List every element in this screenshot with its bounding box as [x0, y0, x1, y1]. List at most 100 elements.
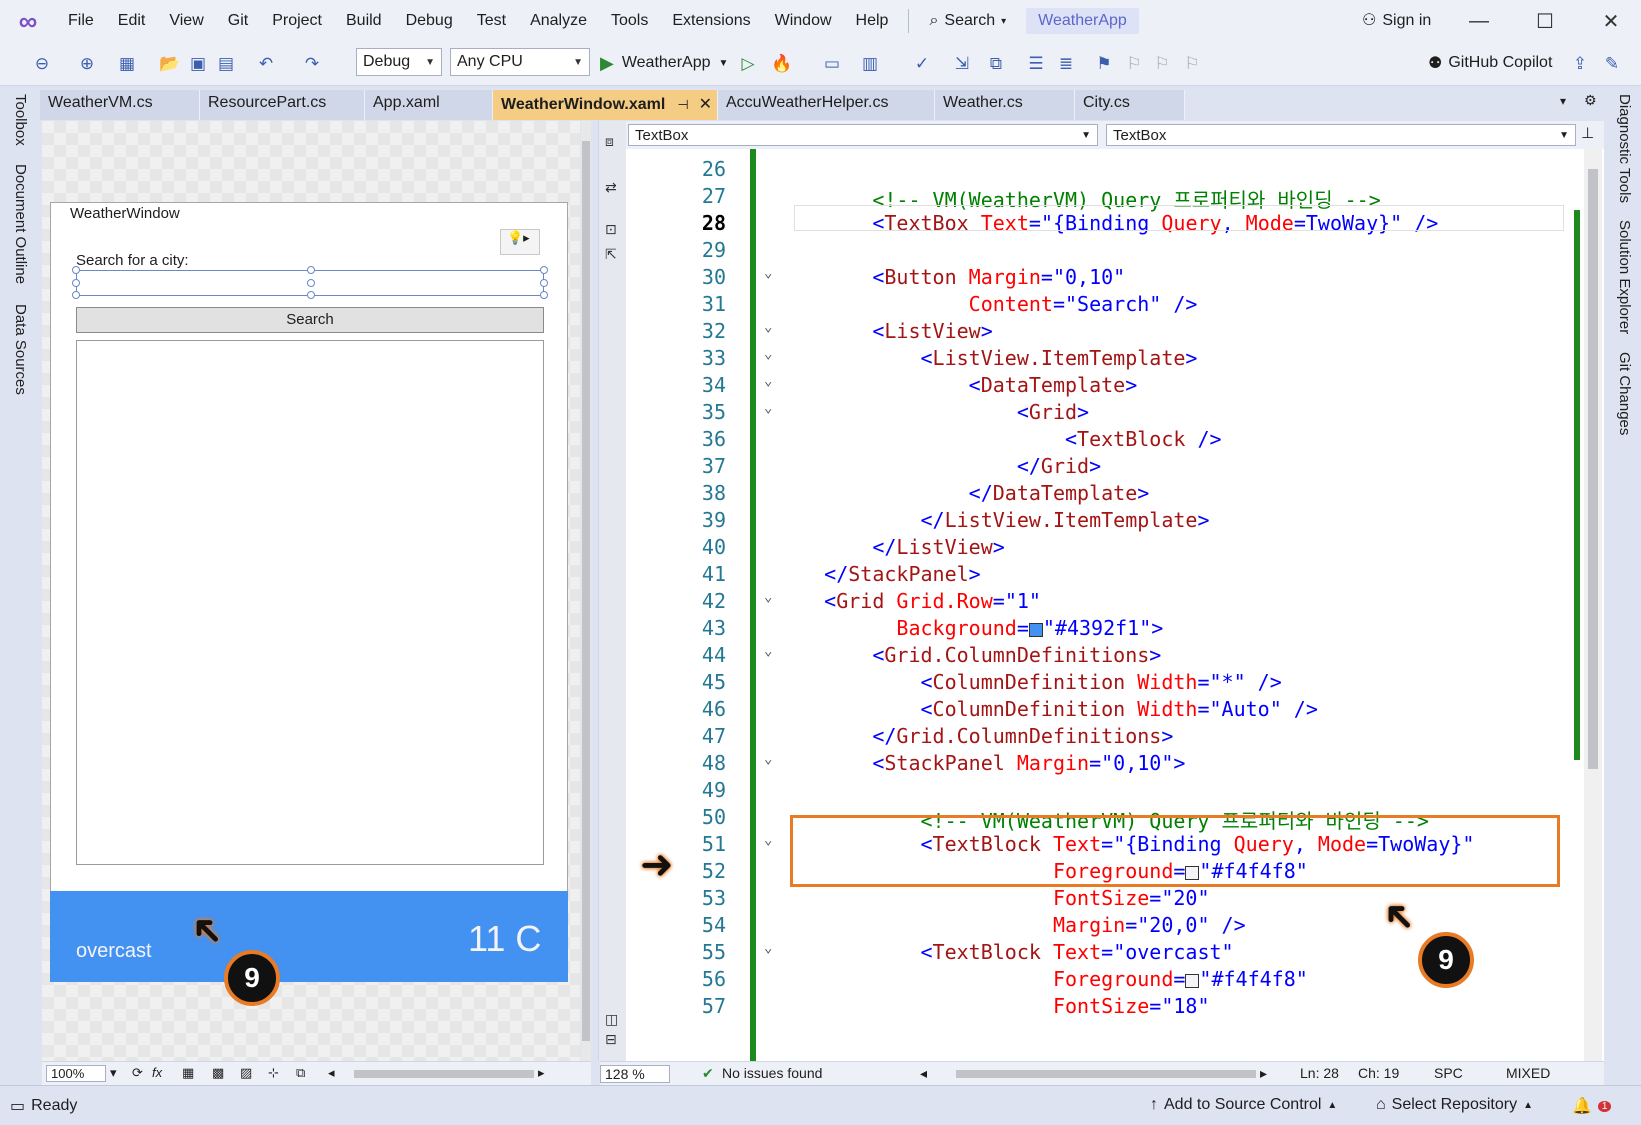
resize-handle[interactable]: [307, 266, 315, 274]
code-line[interactable]: 30 ⌄ <Button Margin="0,10": [626, 265, 1604, 293]
menu-item-window[interactable]: Window: [763, 0, 844, 42]
tab-app-xaml[interactable]: App.xaml: [365, 90, 493, 120]
fold-toggle-icon[interactable]: ⌄: [764, 643, 772, 659]
solution-name-badge[interactable]: WeatherApp: [1026, 8, 1139, 34]
code-line[interactable]: 34 ⌄ <DataTemplate>: [626, 373, 1604, 401]
close-tab-icon[interactable]: ✕: [699, 96, 712, 113]
grid-icon[interactable]: ▦: [182, 1065, 194, 1081]
fold-toggle-icon[interactable]: ⌄: [764, 400, 772, 416]
tab-weatherwindow-xaml[interactable]: WeatherWindow.xaml ⊣ ✕: [493, 90, 718, 120]
resize-handle[interactable]: [540, 266, 548, 274]
vertical-split-icon[interactable]: ◫: [605, 1011, 618, 1028]
clear-bookmarks-icon[interactable]: ⚐: [1180, 52, 1204, 76]
pin-icon[interactable]: ⊣: [677, 97, 688, 112]
code-line[interactable]: 53 FontSize="20": [626, 886, 1604, 914]
editor-zoom-select[interactable]: 128 %: [600, 1065, 670, 1083]
fold-toggle-icon[interactable]: ⌄: [764, 751, 772, 767]
new-project-icon[interactable]: ▦: [115, 52, 139, 76]
share-icon[interactable]: ⇪: [1568, 52, 1592, 76]
code-line[interactable]: 41 </StackPanel>: [626, 562, 1604, 590]
popout-icon[interactable]: ⇱: [605, 246, 617, 263]
horizontal-split-icon[interactable]: ⊟: [605, 1031, 617, 1048]
code-line[interactable]: 39 </ListView.ItemTemplate>: [626, 508, 1604, 536]
resize-handle[interactable]: [72, 266, 80, 274]
code-line[interactable]: 49: [626, 778, 1604, 806]
save-icon[interactable]: ▣: [186, 52, 210, 76]
visual-studio-logo-icon[interactable]: ∞: [0, 0, 56, 42]
collapse-pane-icon[interactable]: ⊡: [605, 221, 617, 238]
menu-item-build[interactable]: Build: [334, 0, 394, 42]
menu-item-debug[interactable]: Debug: [394, 0, 465, 42]
menu-item-edit[interactable]: Edit: [106, 0, 158, 42]
whitespace-indicator[interactable]: SPC: [1434, 1065, 1463, 1081]
step-icon[interactable]: ⇲: [950, 52, 974, 76]
configuration-select[interactable]: Debug ▼: [356, 48, 442, 76]
close-button[interactable]: ✕: [1586, 0, 1636, 42]
tab-weathervm-cs[interactable]: WeatherVM.cs: [40, 90, 200, 120]
fold-toggle-icon[interactable]: ⌄: [764, 265, 772, 281]
spell-check-icon[interactable]: ✓: [910, 52, 934, 76]
save-all-icon[interactable]: ▤: [214, 52, 238, 76]
resize-handle[interactable]: [72, 291, 80, 299]
refresh-icon[interactable]: ⟳: [132, 1065, 143, 1081]
scroll-thumb[interactable]: [1588, 169, 1598, 769]
layout-icon[interactable]: ▥: [858, 52, 882, 76]
hot-reload-icon[interactable]: 🔥: [770, 52, 794, 76]
fold-toggle-icon[interactable]: ⌄: [764, 832, 772, 848]
code-line[interactable]: 37 </Grid>: [626, 454, 1604, 482]
add-to-source-control-button[interactable]: ↑ Add to Source Control ▲: [1150, 1096, 1337, 1114]
element-navigator-left[interactable]: TextBox ▼: [628, 124, 1098, 146]
resize-handle[interactable]: [540, 279, 548, 287]
scroll-left-icon[interactable]: ◂: [328, 1065, 335, 1081]
tab-city-cs[interactable]: City.cs: [1075, 90, 1185, 120]
fold-toggle-icon[interactable]: ⌄: [764, 373, 772, 389]
designer-scrollbar[interactable]: [581, 121, 591, 1061]
horizontal-scrollbar[interactable]: [956, 1070, 1256, 1078]
uncomment-icon[interactable]: ≣: [1054, 52, 1078, 76]
search-button[interactable]: ⌕ Search ▾: [917, 12, 1018, 30]
snap-lines-icon[interactable]: ⊹: [268, 1065, 279, 1081]
code-line[interactable]: 40 </ListView>: [626, 535, 1604, 563]
resize-handle[interactable]: [540, 291, 548, 299]
menu-item-help[interactable]: Help: [844, 0, 901, 42]
scroll-left-icon[interactable]: ◂: [920, 1065, 927, 1082]
navigate-forward-icon[interactable]: ⊕: [75, 52, 99, 76]
listview-preview[interactable]: [76, 340, 544, 865]
swap-panes-icon[interactable]: ⇄: [605, 179, 617, 196]
tab-overflow-icon[interactable]: ▾: [1560, 94, 1566, 108]
code-editor[interactable]: 26 27 <!-- VM(WeatherVM) Query 프로퍼티와 바인딩 …: [626, 149, 1604, 1061]
code-line[interactable]: 35 ⌄ <Grid>: [626, 400, 1604, 428]
device-icon[interactable]: ⧉: [296, 1065, 305, 1081]
chevron-down-icon[interactable]: ▾: [110, 1065, 117, 1081]
column-indicator[interactable]: Ch: 19: [1358, 1065, 1399, 1081]
rail-tab-document-outline[interactable]: Document Outline: [12, 164, 29, 284]
city-textbox-preview[interactable]: [72, 266, 548, 299]
code-line[interactable]: 43 Background= "#4392f1">: [626, 616, 1604, 644]
resize-handle[interactable]: [307, 291, 315, 299]
menu-item-project[interactable]: Project: [260, 0, 334, 42]
split-editor-icon[interactable]: ⊥: [1581, 124, 1594, 142]
menu-item-file[interactable]: File: [56, 0, 106, 42]
gear-icon[interactable]: ⚙: [1584, 92, 1597, 109]
code-line[interactable]: 33 ⌄ <ListView.ItemTemplate>: [626, 346, 1604, 374]
browse-icon[interactable]: ▭: [820, 52, 844, 76]
compare-icon[interactable]: ⧉: [984, 52, 1008, 76]
redo-icon[interactable]: ↷: [300, 52, 324, 76]
editor-scrollbar[interactable]: [1584, 149, 1602, 1061]
code-line[interactable]: 45 <ColumnDefinition Width="*" />: [626, 670, 1604, 698]
code-line[interactable]: 44 ⌄ <Grid.ColumnDefinitions>: [626, 643, 1604, 671]
open-folder-icon[interactable]: 📂: [158, 52, 182, 76]
scroll-right-icon[interactable]: ▸: [538, 1065, 545, 1081]
tab-weather-cs[interactable]: Weather.cs: [935, 90, 1075, 120]
code-line[interactable]: 48 ⌄ <StackPanel Margin="0,10">: [626, 751, 1604, 779]
line-ending-indicator[interactable]: MIXED: [1506, 1065, 1550, 1081]
minimize-button[interactable]: —: [1454, 0, 1504, 42]
rail-tab-toolbox[interactable]: Toolbox: [12, 94, 29, 146]
code-line[interactable]: 36 <TextBlock />: [626, 427, 1604, 455]
artboard-icon[interactable]: ▨: [240, 1065, 252, 1081]
resize-handle[interactable]: [72, 279, 80, 287]
code-line[interactable]: 42 ⌄ <Grid Grid.Row="1": [626, 589, 1604, 617]
platform-select[interactable]: Any CPU ▼: [450, 48, 590, 76]
color-swatch[interactable]: [1185, 973, 1200, 988]
resize-handle[interactable]: [307, 279, 315, 287]
